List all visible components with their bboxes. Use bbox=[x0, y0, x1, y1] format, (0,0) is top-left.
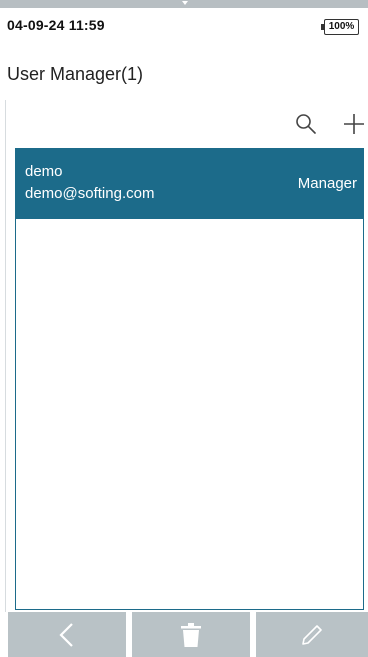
pull-down-handle[interactable] bbox=[0, 0, 368, 8]
battery-level: 100% bbox=[328, 21, 355, 32]
battery-indicator: 100% bbox=[321, 19, 359, 35]
user-name: demo bbox=[25, 163, 63, 180]
plus-icon bbox=[344, 114, 364, 134]
user-list: demo demo@softing.com Manager bbox=[15, 148, 364, 610]
divider bbox=[5, 100, 6, 615]
bottom-nav bbox=[0, 612, 368, 657]
chevron-left-icon bbox=[59, 622, 73, 647]
battery-icon bbox=[321, 24, 324, 30]
edit-button[interactable] bbox=[256, 612, 368, 657]
add-user-button[interactable] bbox=[342, 112, 366, 136]
page-title: User Manager(1) bbox=[7, 64, 144, 84]
chevron-down-icon bbox=[182, 1, 188, 5]
delete-button[interactable] bbox=[132, 612, 250, 657]
search-icon bbox=[296, 114, 316, 134]
datetime: 04-09-24 11:59 bbox=[7, 17, 105, 33]
trash-icon bbox=[181, 622, 201, 647]
user-email: demo@softing.com bbox=[25, 185, 155, 202]
search-button[interactable] bbox=[294, 112, 318, 136]
pencil-icon bbox=[302, 624, 322, 645]
list-item[interactable]: demo demo@softing.com Manager bbox=[16, 149, 363, 219]
back-button[interactable] bbox=[8, 612, 126, 657]
screen: 04-09-24 11:59 100% User Manager(1) demo… bbox=[0, 0, 368, 657]
user-role: Manager bbox=[297, 175, 357, 192]
